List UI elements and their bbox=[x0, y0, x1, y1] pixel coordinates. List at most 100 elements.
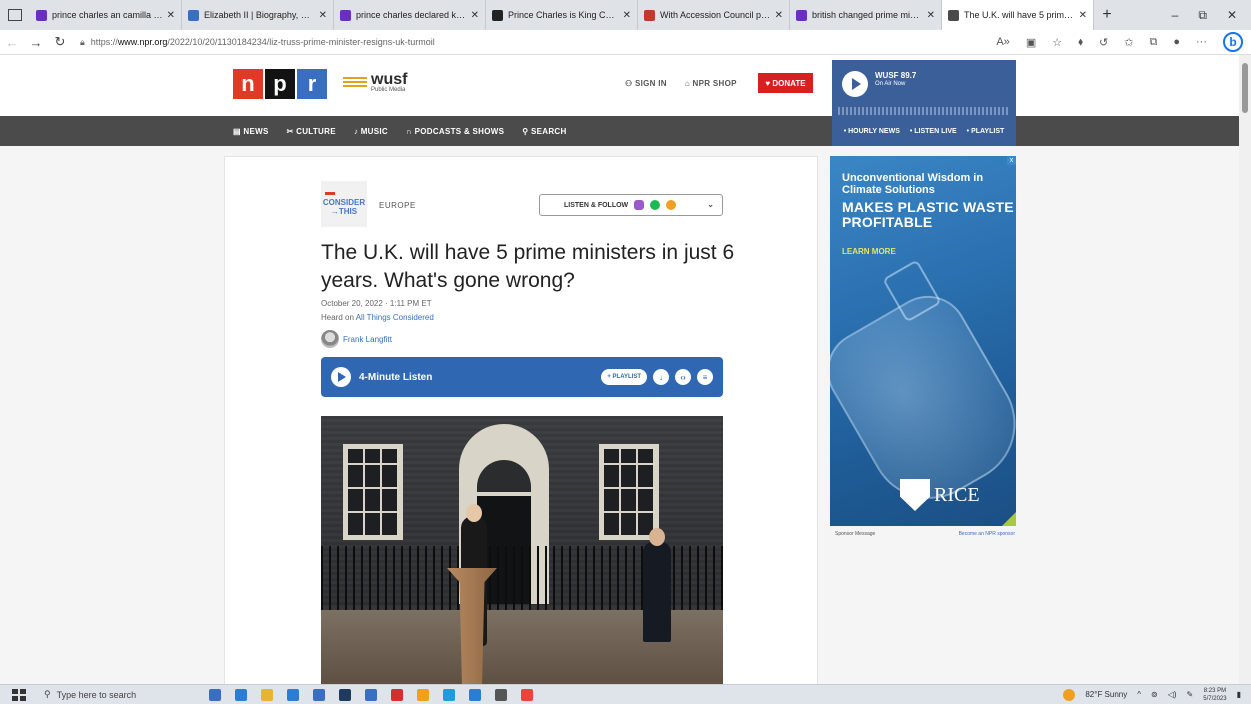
more-icon[interactable]: ··· bbox=[1196, 36, 1207, 48]
bing-icon[interactable]: b bbox=[1223, 32, 1243, 52]
browser-tab[interactable]: Elizabeth II | Biography, Family, ✕ bbox=[182, 0, 334, 30]
bag-icon: ⌂ bbox=[684, 79, 693, 88]
volume-icon[interactable]: ◁) bbox=[1168, 690, 1177, 699]
tab-close-icon[interactable]: ✕ bbox=[167, 10, 175, 21]
nav-label: CULTURE bbox=[296, 126, 336, 136]
transcript-icon[interactable]: ≡ bbox=[697, 369, 713, 385]
shop-link[interactable]: ⌂ NPR SHOP bbox=[685, 79, 737, 88]
browser-tab[interactable]: prince charles declared king ch ✕ bbox=[334, 0, 486, 30]
nav-music[interactable]: ♪ MUSIC bbox=[354, 127, 388, 136]
live-radio-box[interactable]: WUSF 89.7 On Air Now bbox=[832, 60, 1016, 118]
download-icon[interactable]: ↓ bbox=[653, 369, 669, 385]
ad-choices-icon[interactable]: x bbox=[1007, 156, 1016, 165]
tab-close-icon[interactable]: ✕ bbox=[623, 10, 631, 21]
taskbar-app-icon[interactable] bbox=[443, 688, 455, 701]
browser-tab[interactable]: british changed prime ministers ✕ bbox=[790, 0, 942, 30]
show-logo[interactable]: CONSIDER →THIS bbox=[321, 181, 367, 227]
notifications-icon[interactable]: ▮ bbox=[1237, 690, 1241, 699]
read-aloud-icon[interactable]: A» bbox=[996, 36, 1009, 48]
extension-icon[interactable]: ⬧ bbox=[1078, 36, 1083, 49]
page-scrollbar[interactable] bbox=[1239, 55, 1251, 684]
article-photo bbox=[321, 416, 723, 684]
playlist-link[interactable]: • PLAYLIST bbox=[967, 128, 1005, 135]
logo-accent bbox=[325, 192, 335, 195]
favorites-icon[interactable]: ✩ bbox=[1124, 36, 1133, 49]
taskbar-app-icon[interactable] bbox=[417, 688, 429, 701]
chevron-up-icon[interactable]: ^ bbox=[1137, 690, 1141, 699]
become-sponsor-link[interactable]: Become an NPR sponsor bbox=[959, 531, 1015, 537]
listen-live-link[interactable]: • LISTEN LIVE bbox=[910, 128, 957, 135]
listen-follow-dropdown[interactable]: LISTEN & FOLLOW ⌄ bbox=[539, 194, 723, 216]
taskbar-app-icon[interactable] bbox=[521, 688, 533, 701]
browser-tab[interactable]: With Accession Council proclaim ✕ bbox=[638, 0, 790, 30]
network-icon[interactable]: ⊚ bbox=[1151, 690, 1158, 699]
audio-length-label: 4-Minute Listen bbox=[359, 371, 433, 383]
taskbar-app-icon[interactable] bbox=[209, 688, 221, 701]
sign-in-link[interactable]: ⚇ SIGN IN bbox=[625, 79, 667, 88]
play-icon[interactable] bbox=[331, 367, 351, 387]
tab-close-icon[interactable]: ✕ bbox=[927, 10, 935, 21]
taskbar-app-icon[interactable] bbox=[391, 688, 403, 701]
nav-podcasts[interactable]: ∩ PODCASTS & SHOWS bbox=[406, 127, 504, 136]
weather-text[interactable]: 82°F Sunny bbox=[1085, 690, 1127, 699]
nav-news[interactable]: ▤ NEWS bbox=[233, 127, 269, 136]
ad-learn-more[interactable]: LEARN MORE bbox=[842, 247, 896, 256]
station-logo[interactable]: wusf Public Media bbox=[343, 72, 407, 93]
tab-actions-icon[interactable] bbox=[8, 9, 22, 21]
immersive-reader-icon[interactable]: ▣ bbox=[1026, 36, 1036, 49]
browser-tab[interactable]: Prince Charles is King Charles III ✕ bbox=[486, 0, 638, 30]
hourly-news-link[interactable]: • HOURLY NEWS bbox=[844, 128, 900, 135]
tab-close-icon[interactable]: ✕ bbox=[471, 10, 479, 21]
scrollbar-thumb[interactable] bbox=[1242, 63, 1248, 113]
clock[interactable]: 8:23 PM 5/7/2023 bbox=[1203, 687, 1226, 703]
npr-logo[interactable]: n p r bbox=[233, 69, 327, 99]
back-icon[interactable]: ← bbox=[0, 35, 24, 50]
browser-tab[interactable]: prince charles an camilla corona ✕ bbox=[30, 0, 182, 30]
author-byline[interactable]: Frank Langfitt bbox=[321, 330, 392, 348]
favorite-icon[interactable]: ☆ bbox=[1052, 36, 1062, 49]
forward-icon[interactable]: → bbox=[24, 35, 48, 50]
url-prefix: https:// bbox=[90, 37, 118, 47]
taskbar-app-icon[interactable] bbox=[235, 688, 247, 701]
new-tab-button[interactable]: + bbox=[1094, 6, 1120, 24]
ad-line1: Unconventional Wisdom in Climate Solutio… bbox=[842, 172, 984, 196]
audio-player: 4-Minute Listen + PLAYLIST ↓ ‹› ≡ bbox=[321, 357, 723, 397]
refresh-icon[interactable]: ↻ bbox=[48, 34, 72, 50]
tab-close-icon[interactable]: ✕ bbox=[775, 10, 783, 21]
minimize-button[interactable]: – bbox=[1172, 8, 1179, 23]
taskbar-app-icon[interactable] bbox=[495, 688, 507, 701]
tab-close-icon[interactable]: ✕ bbox=[319, 10, 327, 21]
taskbar-app-icon[interactable] bbox=[469, 688, 481, 701]
donate-button[interactable]: ♥ DONATE bbox=[758, 73, 813, 93]
play-live-icon[interactable] bbox=[842, 71, 868, 97]
taskbar-app-icon[interactable] bbox=[339, 688, 351, 701]
close-window-button[interactable]: ✕ bbox=[1227, 8, 1237, 23]
taskbar-app-icon[interactable] bbox=[261, 688, 273, 701]
nav-culture[interactable]: ✂ CULTURE bbox=[287, 127, 336, 136]
section-label[interactable]: EUROPE bbox=[379, 201, 416, 210]
taskbar-app-icon[interactable] bbox=[313, 688, 325, 701]
taskbar-app-icon[interactable] bbox=[365, 688, 377, 701]
nav-search[interactable]: ⚲ SEARCH bbox=[522, 127, 566, 136]
collections-icon[interactable]: ⧉ bbox=[1149, 36, 1157, 49]
taskbar-app-icon[interactable] bbox=[287, 688, 299, 701]
show-link[interactable]: All Things Considered bbox=[356, 313, 434, 322]
donate-label: DONATE bbox=[772, 78, 806, 88]
embed-icon[interactable]: ‹› bbox=[675, 369, 691, 385]
refresh-extension-icon[interactable]: ↺ bbox=[1099, 36, 1108, 49]
add-to-playlist-button[interactable]: + PLAYLIST bbox=[601, 369, 647, 385]
pen-icon[interactable]: ✎ bbox=[1187, 690, 1194, 699]
sponsor-ad[interactable]: Unconventional Wisdom in Climate Solutio… bbox=[830, 156, 1016, 526]
chevron-down-icon: ⌄ bbox=[707, 200, 714, 209]
tab-close-icon[interactable]: ✕ bbox=[1079, 10, 1087, 21]
sign-in-label: SIGN IN bbox=[635, 79, 667, 88]
nav-label: SEARCH bbox=[530, 126, 567, 136]
taskbar-search[interactable]: ⚲ Type here to search bbox=[44, 689, 179, 700]
url-field[interactable]: 🔒︎ https://www.npr.org/2022/10/20/113018… bbox=[80, 37, 435, 48]
windows-start-icon[interactable] bbox=[12, 688, 26, 701]
browser-tab-active[interactable]: The U.K. will have 5 prime minis ✕ bbox=[942, 0, 1094, 30]
show-logo-line2: →THIS bbox=[330, 207, 358, 216]
profile-icon[interactable]: ● bbox=[1173, 36, 1180, 48]
heart-icon: ♥ bbox=[765, 78, 773, 88]
restore-button[interactable]: ⧉ bbox=[1198, 8, 1207, 23]
